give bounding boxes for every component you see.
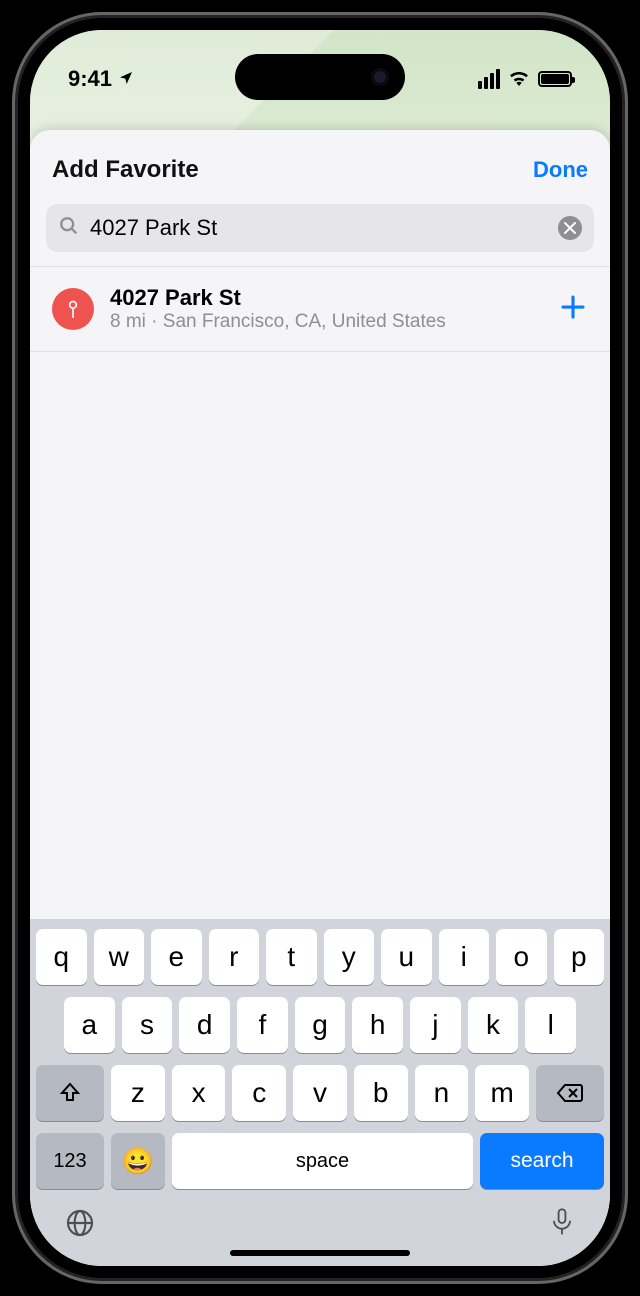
key-j[interactable]: j <box>410 997 461 1053</box>
key-l[interactable]: l <box>525 997 576 1053</box>
pin-icon <box>52 288 94 330</box>
microphone-icon <box>548 1207 576 1239</box>
battery-icon <box>538 71 572 87</box>
emoji-icon: 😀 <box>122 1146 154 1177</box>
keyboard: q w e r t y u i o p a s d f g h <box>30 919 610 1266</box>
key-x[interactable]: x <box>172 1065 226 1121</box>
screen: 9:41 Add Favorite Done <box>30 30 610 1266</box>
emoji-key[interactable]: 😀 <box>111 1133 165 1189</box>
add-favorite-sheet: Add Favorite Done <box>30 130 610 1266</box>
clear-button[interactable] <box>558 216 582 240</box>
key-d[interactable]: d <box>179 997 230 1053</box>
search-input[interactable] <box>90 215 548 241</box>
close-icon <box>564 222 576 234</box>
location-arrow-icon <box>118 66 134 92</box>
done-button[interactable]: Done <box>533 157 588 183</box>
key-y[interactable]: y <box>324 929 375 985</box>
key-e[interactable]: e <box>151 929 202 985</box>
key-r[interactable]: r <box>209 929 260 985</box>
search-field[interactable] <box>46 204 594 252</box>
key-m[interactable]: m <box>475 1065 529 1121</box>
status-bar: 9:41 <box>30 56 610 102</box>
keyboard-row-1: q w e r t y u i o p <box>36 929 604 985</box>
key-n[interactable]: n <box>415 1065 469 1121</box>
wifi-icon <box>508 66 530 92</box>
key-c[interactable]: c <box>232 1065 286 1121</box>
keyboard-row-2: a s d f g h j k l <box>36 997 604 1053</box>
key-z[interactable]: z <box>111 1065 165 1121</box>
key-f[interactable]: f <box>237 997 288 1053</box>
add-favorite-button[interactable] <box>558 292 588 327</box>
key-q[interactable]: q <box>36 929 87 985</box>
key-v[interactable]: v <box>293 1065 347 1121</box>
globe-key[interactable] <box>64 1207 96 1244</box>
plus-icon <box>558 292 588 322</box>
key-u[interactable]: u <box>381 929 432 985</box>
numbers-key[interactable]: 123 <box>36 1133 104 1189</box>
status-time: 9:41 <box>68 66 112 92</box>
dictation-key[interactable] <box>548 1207 576 1244</box>
keyboard-row-4: 123 😀 space search <box>36 1133 604 1189</box>
cellular-signal-icon <box>478 69 500 89</box>
key-i[interactable]: i <box>439 929 490 985</box>
keyboard-row-3: z x c v b n m <box>36 1065 604 1121</box>
key-b[interactable]: b <box>354 1065 408 1121</box>
globe-icon <box>64 1207 96 1239</box>
result-subtitle: 8 mi · San Francisco, CA, United States <box>110 311 542 333</box>
key-h[interactable]: h <box>352 997 403 1053</box>
backspace-icon <box>556 1082 584 1104</box>
key-a[interactable]: a <box>64 997 115 1053</box>
shift-icon <box>58 1081 82 1105</box>
shift-key[interactable] <box>36 1065 104 1121</box>
result-title: 4027 Park St <box>110 285 542 311</box>
sheet-title: Add Favorite <box>52 156 199 184</box>
result-row[interactable]: 4027 Park St 8 mi · San Francisco, CA, U… <box>30 267 610 352</box>
space-key[interactable]: space <box>172 1133 473 1189</box>
key-p[interactable]: p <box>554 929 605 985</box>
key-o[interactable]: o <box>496 929 547 985</box>
delete-key[interactable] <box>536 1065 604 1121</box>
key-k[interactable]: k <box>468 997 519 1053</box>
phone-frame: 9:41 Add Favorite Done <box>12 12 628 1284</box>
search-key[interactable]: search <box>480 1133 604 1189</box>
search-results: 4027 Park St 8 mi · San Francisco, CA, U… <box>30 266 610 352</box>
key-t[interactable]: t <box>266 929 317 985</box>
home-indicator[interactable] <box>230 1250 410 1256</box>
key-w[interactable]: w <box>94 929 145 985</box>
key-s[interactable]: s <box>122 997 173 1053</box>
key-g[interactable]: g <box>295 997 346 1053</box>
search-icon <box>58 215 80 242</box>
